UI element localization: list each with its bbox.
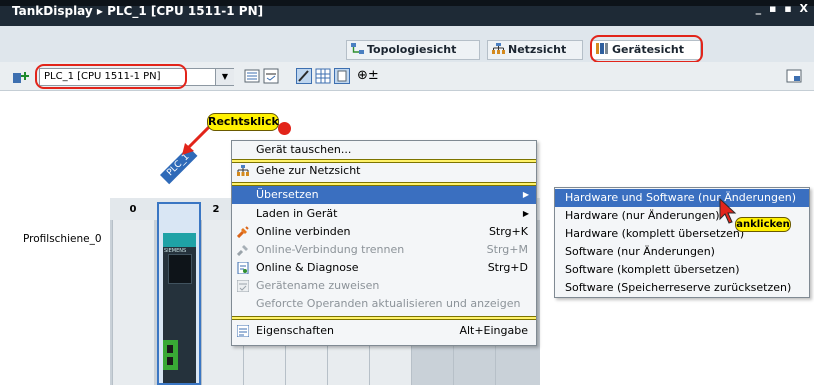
go-online-icon: [237, 226, 249, 238]
tab-topology-label: Topologiesicht: [367, 43, 457, 56]
tab-network-view[interactable]: Netzsicht: [487, 40, 583, 60]
menu-item-label: Gerät tauschen...: [256, 143, 352, 156]
click-marker: [278, 122, 291, 135]
callout-click: anklicken: [735, 217, 791, 232]
submenu-item-label: Software (nur Änderungen): [565, 245, 715, 258]
menu-item-label: Gehe zur Netzsicht: [256, 164, 361, 177]
rack-slot[interactable]: [112, 220, 154, 385]
menu-item-go-online[interactable]: Online verbinden Strg+K: [232, 223, 536, 241]
diagnostics-icon: [237, 262, 249, 274]
annotation-highlight-device-select: [35, 64, 187, 89]
grid-icon[interactable]: [315, 68, 331, 84]
submenu-item-label: Hardware (nur Änderungen): [565, 209, 720, 222]
port-socket: [167, 357, 173, 365]
menu-item-go-offline[interactable]: Online-Verbindung trennen Strg+M: [232, 241, 536, 259]
assign-name-icon[interactable]: [263, 68, 279, 84]
menu-item-label: Laden in Gerät: [256, 207, 338, 220]
menu-item-assign-device-name[interactable]: Gerätename zuweisen: [232, 277, 536, 295]
topology-icon: [351, 43, 364, 54]
menu-item-properties[interactable]: Eigenschaften Alt+Eingabe: [232, 322, 536, 340]
show-module-labels-icon[interactable]: [296, 68, 312, 84]
menu-item-compile[interactable]: Übersetzen ▶: [232, 186, 536, 204]
submenu-item-sw-reset-reserve[interactable]: Software (Speicherreserve zurücksetzen): [555, 279, 809, 297]
menu-item-replace-device[interactable]: Gerät tauschen...: [232, 141, 536, 159]
network-icon: [492, 43, 505, 54]
zoom-in-icon[interactable]: ⊕±: [357, 68, 379, 83]
menu-item-label: Online verbinden: [256, 225, 351, 238]
submenu-item-sw-full[interactable]: Software (komplett übersetzen): [555, 261, 809, 279]
overview-icon[interactable]: [786, 68, 802, 84]
menu-item-label: Gerätename zuweisen: [256, 279, 380, 292]
menu-item-label: Eigenschaften: [256, 324, 334, 337]
callout-right-click: Rechtsklick: [207, 113, 279, 131]
submenu-item-label: Software (komplett übersetzen): [565, 263, 740, 276]
window-title: TankDisplay ▸ PLC_1 [CPU 1511-1 PN]: [12, 4, 264, 18]
tab-topology-view[interactable]: Topologiesicht: [346, 40, 480, 60]
annotation-separator: [232, 316, 536, 320]
menu-item-label: Online & Diagnose: [256, 261, 359, 274]
module-list-icon[interactable]: [244, 68, 260, 84]
menu-item-update-forced-operands[interactable]: Geforcte Operanden aktualisieren und anz…: [232, 295, 536, 313]
rack-label: Profilschiene_0: [23, 233, 102, 245]
cpu-display: [168, 254, 192, 284]
annotation-highlight-device-tab: [590, 35, 703, 63]
submenu-item-hw-sw-changes[interactable]: Hardware und Software (nur Änderungen): [555, 189, 809, 207]
cpu-led-strip: [163, 233, 196, 247]
menu-item-online-diagnostics[interactable]: Online & Diagnose Strg+D: [232, 259, 536, 277]
menu-item-shortcut: Strg+D: [487, 261, 528, 274]
menu-item-label: Geforcte Operanden aktualisieren und anz…: [256, 297, 521, 310]
submenu-arrow-icon: ▶: [522, 209, 529, 218]
menu-item-label: Übersetzen: [256, 188, 319, 201]
window-controls[interactable]: _ ▪ ▪ X: [756, 2, 810, 15]
chevron-down-icon[interactable]: ▼: [215, 69, 234, 85]
submenu-arrow-icon: ▶: [522, 190, 529, 199]
submenu-item-label: Software (Speicherreserve zurücksetzen): [565, 281, 792, 294]
name-icon: [237, 280, 249, 292]
submenu-item-label: Hardware und Software (nur Änderungen): [565, 191, 796, 204]
go-offline-icon: [237, 245, 248, 256]
slot-number-2: 2: [212, 204, 220, 215]
menu-item-download-to-device[interactable]: Laden in Gerät ▶: [232, 205, 536, 223]
properties-icon: [237, 325, 249, 337]
menu-item-label: Online-Verbindung trennen: [256, 243, 405, 256]
menu-item-shortcut: Strg+M: [486, 243, 528, 256]
tab-network-label: Netzsicht: [508, 43, 567, 56]
annotation-arrow-icon: [182, 126, 210, 155]
network-icon: [237, 165, 249, 176]
add-device-icon[interactable]: [11, 69, 31, 85]
slot-number-0: 0: [129, 204, 137, 215]
page-break-icon[interactable]: [334, 68, 350, 84]
menu-item-shortcut: Alt+Eingabe: [459, 324, 528, 337]
submenu-item-label: Hardware (komplett übersetzen): [565, 227, 745, 240]
menu-item-shortcut: Strg+K: [488, 225, 528, 238]
submenu-item-sw-changes[interactable]: Software (nur Änderungen): [555, 243, 809, 261]
port-socket: [167, 345, 173, 353]
menu-item-go-to-network-view[interactable]: Gehe zur Netzsicht: [232, 162, 536, 180]
